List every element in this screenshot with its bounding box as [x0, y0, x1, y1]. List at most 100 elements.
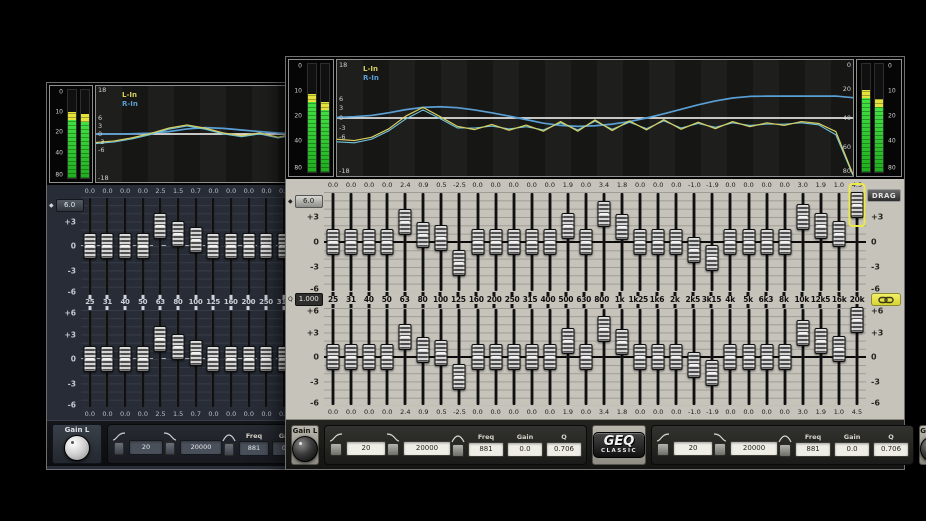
- highpass-enable-button[interactable]: [657, 443, 669, 456]
- bell-q-value[interactable]: 0.706: [546, 442, 582, 457]
- fader-handle[interactable]: [760, 344, 773, 370]
- bell-q-value[interactable]: 0.706: [873, 442, 909, 457]
- fader-handle[interactable]: [381, 344, 394, 370]
- fader-handle[interactable]: [706, 360, 719, 386]
- fader-handle[interactable]: [154, 326, 167, 352]
- bell-freq-value[interactable]: 881: [795, 442, 831, 457]
- range-value-box[interactable]: 6.0: [295, 195, 323, 208]
- fader-handle[interactable]: [561, 328, 574, 354]
- fader-handle[interactable]: [83, 233, 96, 259]
- geq-classic-window-front[interactable]: 010204080 18630-3-6-18020406080L-InR-In …: [285, 56, 905, 470]
- fader-handle[interactable]: [399, 324, 412, 350]
- fader-handle[interactable]: [796, 204, 809, 230]
- fader-handle[interactable]: [417, 222, 430, 248]
- bell-enable-button[interactable]: [779, 444, 791, 457]
- fader-handle[interactable]: [189, 227, 202, 253]
- fader-handle[interactable]: [83, 346, 96, 372]
- fader-handle[interactable]: [543, 229, 556, 255]
- fader-handle[interactable]: [417, 337, 430, 363]
- fader-handle[interactable]: [670, 229, 683, 255]
- fader-handle[interactable]: [543, 344, 556, 370]
- fader-handle[interactable]: [327, 344, 340, 370]
- fader-handle[interactable]: [778, 344, 791, 370]
- fader-handle[interactable]: [471, 344, 484, 370]
- lowpass-enable-button[interactable]: [165, 442, 175, 455]
- gain-l-knob[interactable]: [64, 435, 90, 461]
- fader-handle[interactable]: [561, 213, 574, 239]
- fader-handle[interactable]: [327, 229, 340, 255]
- fader-handle[interactable]: [778, 229, 791, 255]
- fader-handle[interactable]: [260, 233, 273, 259]
- fader-handle[interactable]: [742, 344, 755, 370]
- fader-handle[interactable]: [363, 344, 376, 370]
- bell-enable-button[interactable]: [224, 443, 234, 456]
- fader-handle[interactable]: [225, 346, 238, 372]
- lowpass-freq-value[interactable]: 20000: [403, 441, 451, 456]
- lowpass-freq-value[interactable]: 20000: [730, 441, 778, 456]
- fader-handle[interactable]: [119, 233, 132, 259]
- highpass-freq-value[interactable]: 20: [346, 441, 386, 456]
- fader-handle[interactable]: [453, 364, 466, 390]
- fader-handle[interactable]: [850, 307, 863, 333]
- highpass-freq-value[interactable]: 20: [129, 440, 163, 455]
- fader-handle[interactable]: [579, 344, 592, 370]
- fader-handle[interactable]: [363, 229, 376, 255]
- fader-handle[interactable]: [616, 214, 629, 240]
- fader-handle[interactable]: [616, 329, 629, 355]
- fader-handle[interactable]: [399, 209, 412, 235]
- fader-handle[interactable]: [832, 336, 845, 362]
- channels-link-button[interactable]: [871, 293, 901, 306]
- fader-handle[interactable]: [225, 233, 238, 259]
- fader-handle[interactable]: [345, 229, 358, 255]
- bell-gain-value[interactable]: 0.0: [507, 442, 543, 457]
- fader-handle[interactable]: [760, 229, 773, 255]
- range-value-box[interactable]: 6.0: [56, 199, 84, 212]
- lowpass-freq-value[interactable]: 20000: [180, 440, 222, 455]
- fader-handle[interactable]: [525, 344, 538, 370]
- drag-button[interactable]: DRAG: [867, 189, 901, 202]
- bell-enable-button[interactable]: [452, 444, 464, 457]
- fader-handle[interactable]: [688, 352, 701, 378]
- fader-handle[interactable]: [242, 346, 255, 372]
- fader-handle[interactable]: [724, 344, 737, 370]
- fader-handle[interactable]: [706, 245, 719, 271]
- fader-handle[interactable]: [579, 229, 592, 255]
- fader-handle[interactable]: [652, 344, 665, 370]
- bell-gain-value[interactable]: 0.0: [834, 442, 870, 457]
- fader-handle[interactable]: [101, 346, 114, 372]
- lowpass-enable-button[interactable]: [387, 443, 399, 456]
- fader-handle[interactable]: [814, 328, 827, 354]
- fader-handle[interactable]: [598, 201, 611, 227]
- fader-handle[interactable]: [850, 192, 863, 218]
- fader-handle[interactable]: [345, 344, 358, 370]
- fader-handle[interactable]: [489, 344, 502, 370]
- gain-l-knob[interactable]: [292, 436, 318, 462]
- fader-handle[interactable]: [154, 213, 167, 239]
- fader-handle[interactable]: [688, 237, 701, 263]
- fader-handle[interactable]: [652, 229, 665, 255]
- highpass-enable-button[interactable]: [330, 443, 342, 456]
- bell-freq-value[interactable]: 881: [239, 441, 269, 456]
- fader-handle[interactable]: [814, 213, 827, 239]
- fader-handle[interactable]: [742, 229, 755, 255]
- fader-handle[interactable]: [670, 344, 683, 370]
- fader-handle[interactable]: [435, 340, 448, 366]
- bell-freq-value[interactable]: 881: [468, 442, 504, 457]
- fader-handle[interactable]: [489, 229, 502, 255]
- fader-handle[interactable]: [172, 221, 185, 247]
- highpass-enable-button[interactable]: [114, 442, 124, 455]
- fader-handle[interactable]: [598, 316, 611, 342]
- fader-handle[interactable]: [207, 346, 220, 372]
- fader-handle[interactable]: [507, 229, 520, 255]
- fader-handle[interactable]: [724, 229, 737, 255]
- fader-handle[interactable]: [101, 233, 114, 259]
- fader-handle[interactable]: [796, 320, 809, 346]
- fader-handle[interactable]: [435, 225, 448, 251]
- fader-handle[interactable]: [260, 346, 273, 372]
- fader-handle[interactable]: [136, 346, 149, 372]
- fader-handle[interactable]: [381, 229, 394, 255]
- fader-handle[interactable]: [172, 334, 185, 360]
- gain-r-knob[interactable]: [920, 436, 926, 462]
- fader-handle[interactable]: [119, 346, 132, 372]
- fader-handle[interactable]: [453, 250, 466, 276]
